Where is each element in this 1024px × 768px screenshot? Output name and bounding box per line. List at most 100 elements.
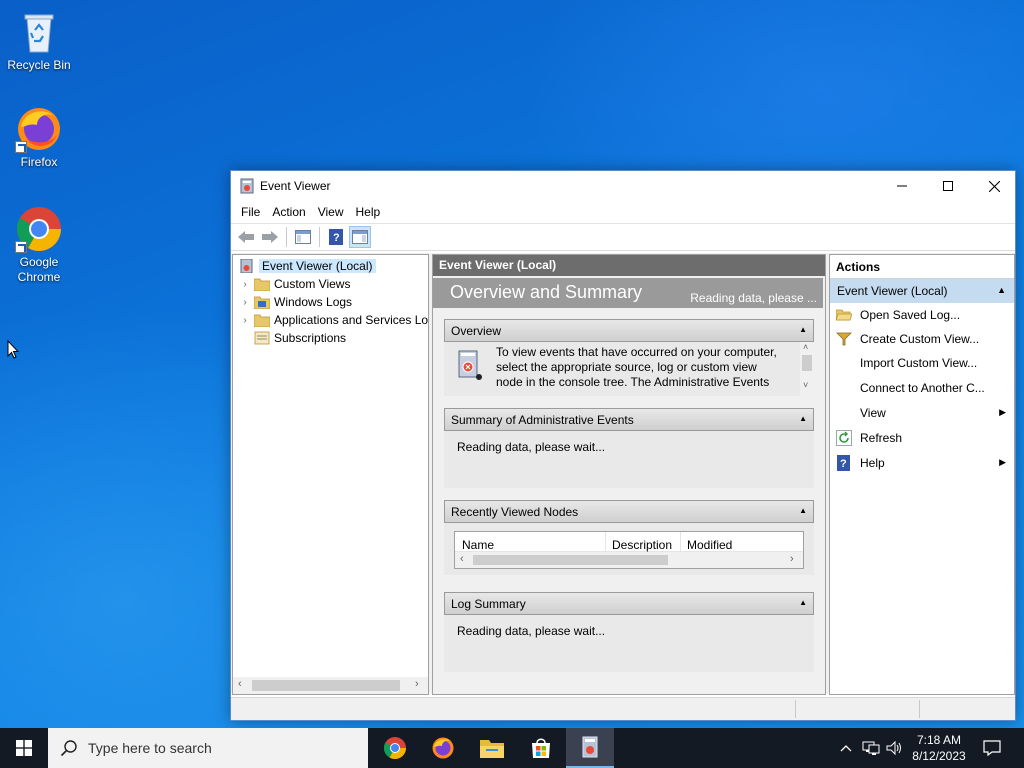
action-connect-to-another-computer[interactable]: Connect to Another C...	[830, 376, 1014, 400]
table-horizontal-scrollbar[interactable]: ‹ ›	[455, 552, 803, 568]
back-button[interactable]	[235, 226, 257, 248]
actions-group-header[interactable]: Event Viewer (Local) ▲	[830, 279, 1014, 303]
scroll-left-icon[interactable]: ‹	[460, 553, 464, 565]
expand-chevron-icon[interactable]: ›	[239, 297, 251, 308]
start-button[interactable]	[0, 728, 48, 768]
taskbar-event-viewer[interactable]	[566, 728, 614, 768]
network-button[interactable]	[860, 728, 882, 768]
taskbar-clock[interactable]: 7:18 AM 8/12/2023	[900, 732, 978, 764]
tree-item-label: Event Viewer (Local)	[259, 259, 376, 273]
action-label: Open Saved Log...	[860, 308, 961, 322]
tree-horizontal-scrollbar[interactable]: ‹ ›	[233, 677, 428, 694]
scroll-left-icon[interactable]: ‹	[238, 678, 242, 690]
action-help[interactable]: ? Help ▶	[830, 451, 1014, 475]
chrome-icon	[384, 737, 406, 759]
taskbar-chrome[interactable]	[371, 728, 419, 768]
firefox-icon	[432, 737, 454, 759]
column-divider[interactable]	[605, 532, 606, 552]
menu-help[interactable]: Help	[350, 205, 387, 219]
desktop-icon-google-chrome[interactable]: Google Chrome	[1, 205, 77, 285]
notification-icon	[983, 740, 1001, 756]
menu-action[interactable]: Action	[266, 205, 311, 219]
close-button[interactable]	[971, 171, 1017, 201]
action-label: View	[860, 406, 886, 420]
scroll-right-icon[interactable]: ›	[790, 553, 794, 565]
desktop-icon-label: Google Chrome	[17, 255, 61, 284]
action-center-button[interactable]	[980, 728, 1004, 768]
column-header-description[interactable]: Description	[612, 538, 672, 552]
menu-view[interactable]: View	[312, 205, 350, 219]
tree-item-windows-logs[interactable]: › Windows Logs	[239, 293, 352, 311]
collapse-caret-icon[interactable]: ▲	[799, 506, 807, 515]
tree-item-custom-views[interactable]: › Custom Views	[239, 275, 350, 293]
submenu-arrow-icon: ▶	[999, 407, 1006, 417]
folder-icon	[254, 314, 270, 327]
summary-section-header[interactable]: Summary of Administrative Events ▲	[444, 408, 814, 431]
overview-section-header[interactable]: Overview ▲	[444, 319, 814, 342]
scrollbar-thumb[interactable]	[802, 355, 812, 371]
action-label: Connect to Another C...	[860, 381, 985, 395]
minimize-button[interactable]	[879, 171, 925, 201]
banner-title: Overview and Summary	[450, 282, 643, 302]
svg-text:?: ?	[333, 232, 340, 244]
recent-nodes-section-header[interactable]: Recently Viewed Nodes ▲	[444, 500, 814, 523]
column-divider[interactable]	[680, 532, 681, 552]
show-hide-action-pane-button[interactable]	[349, 226, 371, 248]
action-refresh[interactable]: Refresh	[830, 426, 1014, 450]
tree-item-subscriptions[interactable]: Subscriptions	[251, 329, 346, 347]
column-header-name[interactable]: Name	[462, 538, 494, 552]
action-create-custom-view[interactable]: Create Custom View...	[830, 327, 1014, 351]
taskbar: Type here to search 7:18 AM 8/12/2023	[0, 728, 1024, 768]
mouse-cursor-icon	[7, 340, 19, 359]
taskbar-microsoft-store[interactable]	[517, 728, 565, 768]
network-icon	[862, 741, 880, 755]
desktop-icon-firefox[interactable]: Firefox	[1, 105, 77, 170]
action-view[interactable]: View ▶	[830, 401, 1014, 425]
chrome-icon	[15, 205, 63, 253]
action-open-saved-log[interactable]: Open Saved Log...	[830, 303, 1014, 327]
action-label: Create Custom View...	[860, 332, 980, 346]
chevron-up-icon	[840, 745, 852, 752]
log-summary-section-body: Reading data, please wait...	[444, 615, 814, 672]
clock-date: 8/12/2023	[912, 749, 966, 763]
tree-item-label: Subscriptions	[274, 331, 347, 345]
minimize-icon	[897, 185, 907, 187]
overview-vertical-scrollbar[interactable]: ˄ ˅	[800, 342, 814, 396]
section-title: Recently Viewed Nodes	[451, 505, 579, 519]
taskbar-firefox[interactable]	[419, 728, 467, 768]
scroll-right-icon[interactable]: ›	[415, 678, 419, 690]
tree-item-applications-and-services[interactable]: › Applications and Services Lo	[239, 311, 428, 329]
tree-item-event-viewer-local[interactable]: Event Viewer (Local)	[236, 257, 376, 275]
desktop-icon-recycle-bin[interactable]: Recycle Bin	[1, 8, 77, 73]
overview-line: To view events that have occurred on you…	[496, 345, 777, 359]
section-title: Summary of Administrative Events	[451, 413, 634, 427]
show-hide-console-tree-button[interactable]	[292, 226, 314, 248]
collapse-caret-icon[interactable]: ▲	[799, 325, 807, 334]
taskbar-search-box[interactable]: Type here to search	[48, 728, 368, 768]
collapse-caret-icon[interactable]: ▲	[997, 285, 1006, 295]
open-folder-icon	[836, 309, 852, 321]
scrollbar-thumb[interactable]	[252, 680, 400, 691]
maximize-button[interactable]	[925, 171, 971, 201]
action-import-custom-view[interactable]: Import Custom View...	[830, 351, 1014, 375]
log-summary-section-header[interactable]: Log Summary ▲	[444, 592, 814, 615]
expand-chevron-icon[interactable]: ›	[239, 279, 251, 290]
expand-chevron-icon[interactable]: ›	[239, 315, 251, 326]
clock-time: 7:18 AM	[916, 733, 962, 747]
collapse-caret-icon[interactable]: ▲	[799, 598, 807, 607]
toolbar-separator	[319, 227, 320, 247]
scroll-up-icon[interactable]: ˄	[803, 342, 808, 352]
menu-file[interactable]: File	[235, 205, 266, 219]
forward-button[interactable]	[259, 226, 281, 248]
column-header-modified[interactable]: Modified	[687, 538, 732, 552]
help-button[interactable]: ?	[325, 226, 347, 248]
center-pane: Event Viewer (Local) Overview and Summar…	[432, 254, 826, 695]
taskbar-file-explorer[interactable]	[468, 728, 516, 768]
section-title: Overview	[451, 324, 502, 338]
scrollbar-thumb[interactable]	[473, 555, 668, 565]
actions-pane-title: Actions	[830, 255, 1014, 279]
scroll-down-icon[interactable]: ˅	[803, 380, 808, 390]
show-hidden-icons-button[interactable]	[836, 728, 856, 768]
title-bar[interactable]: Event Viewer	[231, 171, 1015, 201]
collapse-caret-icon[interactable]: ▲	[799, 414, 807, 423]
